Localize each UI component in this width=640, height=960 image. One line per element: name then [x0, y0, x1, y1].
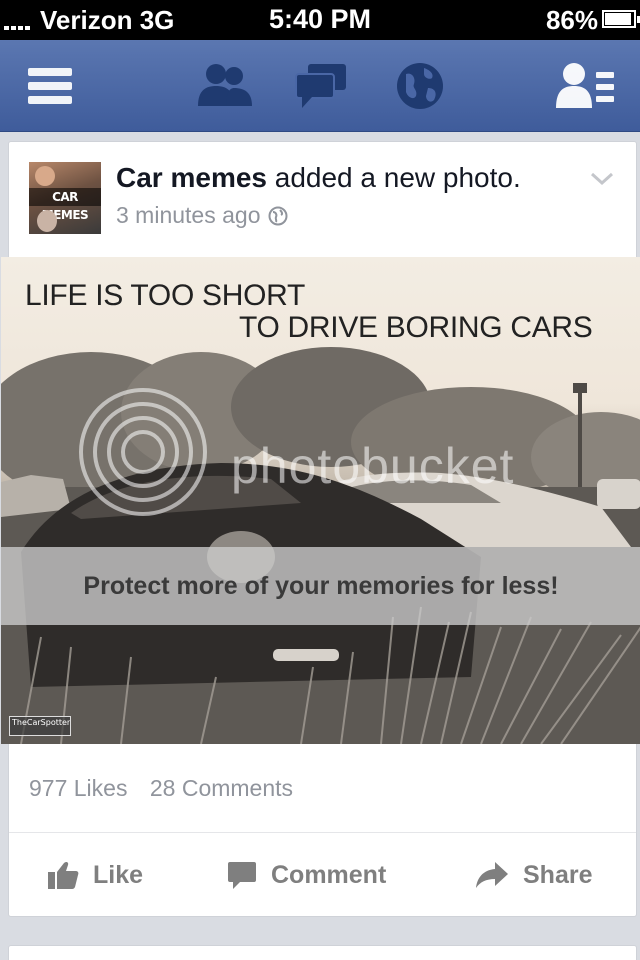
- friend-requests-icon[interactable]: [196, 60, 254, 112]
- page-avatar[interactable]: CAR MEMES: [29, 162, 101, 234]
- photobucket-watermark: photobucket: [231, 438, 515, 494]
- globe-privacy-icon: [268, 206, 288, 225]
- watermark-banner: Protect more of your memories for less!: [1, 547, 640, 625]
- photo-credit-logo: TheCarSpotters: [9, 716, 71, 736]
- post-timestamp[interactable]: 3 minutes ago: [116, 202, 260, 229]
- likes-count[interactable]: 977 Likes: [29, 775, 127, 801]
- chevron-down-icon[interactable]: [590, 172, 614, 186]
- battery-icon: [602, 10, 640, 28]
- meme-text-line-1: LIFE IS TOO SHORT: [25, 279, 305, 312]
- battery-percent: 86%: [545, 5, 598, 35]
- divider: [9, 832, 636, 833]
- post-actions: Like Comment Share: [9, 834, 636, 916]
- top-nav-bar: [0, 40, 640, 132]
- profile-list-icon[interactable]: [556, 60, 616, 112]
- menu-icon[interactable]: [26, 60, 76, 112]
- thumbs-up-icon: [48, 861, 79, 889]
- meme-text-line-2: TO DRIVE BORING CARS: [239, 311, 593, 344]
- clock: 5:40 PM: [268, 4, 372, 34]
- engagement-counts: 977 Likes 28 Comments: [29, 775, 309, 802]
- comment-label: Comment: [271, 860, 387, 889]
- share-arrow-icon: [476, 862, 508, 888]
- avatar-caption: CAR MEMES: [29, 188, 101, 222]
- messages-icon[interactable]: [294, 60, 350, 112]
- post-headline: Car memes added a new photo.: [116, 162, 521, 194]
- post-action-text: added a new photo.: [266, 162, 521, 193]
- comment-bubble-icon: [228, 862, 256, 889]
- author-name[interactable]: Car memes: [116, 162, 267, 193]
- news-feed-post: CAR MEMES Car memes added a new photo. 3…: [1, 141, 640, 917]
- comment-button[interactable]: Comment: [227, 834, 386, 916]
- like-button[interactable]: Like: [47, 834, 143, 916]
- next-post-card: [8, 945, 637, 960]
- status-bar: Verizon 3G 5:40 PM 86%: [0, 0, 640, 40]
- post-meta: 3 minutes ago: [116, 202, 288, 229]
- share-label: Share: [523, 860, 593, 889]
- comments-count[interactable]: 28 Comments: [150, 775, 293, 801]
- share-button[interactable]: Share: [475, 834, 592, 916]
- like-label: Like: [93, 860, 144, 889]
- post-photo[interactable]: LIFE IS TOO SHORT TO DRIVE BORING CARS p…: [1, 257, 640, 744]
- notifications-globe-icon[interactable]: [394, 60, 446, 112]
